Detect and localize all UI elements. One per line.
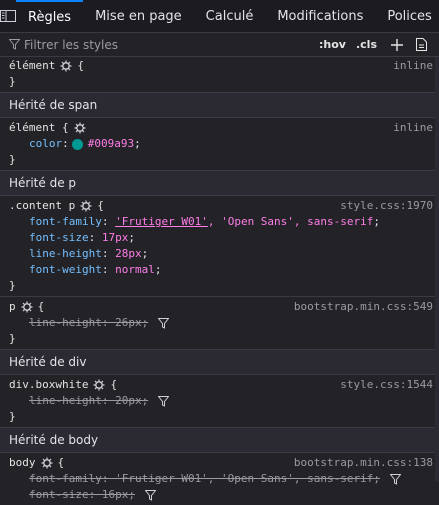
cls-toggle-button[interactable]: .cls (352, 38, 381, 51)
toggle-sidebar-icon[interactable] (0, 0, 16, 33)
declaration-line-height[interactable]: line-height: 28px; (9, 246, 431, 262)
gear-icon[interactable] (60, 60, 72, 72)
add-rule-icon[interactable] (391, 38, 403, 51)
overridden-declaration-text[interactable]: line-height: 26px; (29, 315, 148, 331)
filter-styles-input[interactable] (24, 37, 264, 52)
inherited-header-span: Hérité de span (0, 93, 439, 118)
inherited-header-p: Hérité de p (0, 171, 439, 196)
property-value[interactable]: , 'Open Sans', sans-serif (208, 214, 374, 230)
filter-icon (9, 39, 20, 50)
gear-icon[interactable] (80, 200, 92, 212)
semicolon: ; (141, 247, 149, 260)
close-brace: } (9, 410, 16, 423)
tab-calcule[interactable]: Calculé (194, 0, 266, 33)
overridden-declaration-text[interactable]: font-family: 'Frutiger W01', 'Open Sans'… (29, 471, 380, 487)
declaration-overridden[interactable]: font-size: 16px; (9, 487, 431, 503)
declaration-color[interactable]: color: #009a93; (9, 136, 431, 152)
property-value[interactable]: normal (115, 262, 155, 278)
semicolon: ; (373, 215, 381, 228)
colon: : (88, 231, 102, 244)
color-swatch[interactable] (71, 138, 83, 150)
gear-icon[interactable] (93, 379, 105, 391)
rule-selector[interactable]: élément (9, 58, 55, 74)
property-value[interactable]: 17px (102, 230, 129, 246)
rule-p-bootstrap: p { bootstrap.min.css:549 line-height: 2… (0, 297, 439, 350)
rule-source-link[interactable]: style.css:1544 (340, 377, 433, 393)
close-brace: } (9, 153, 16, 166)
open-brace: { (97, 199, 104, 212)
declaration-overridden[interactable]: font-family: 'Frutiger W01', 'Open Sans'… (9, 471, 431, 487)
property-name[interactable]: color (29, 136, 62, 152)
rules-panel: élément { inline } Hérité de span élémen… (0, 57, 439, 505)
tab-regles[interactable]: Règles (16, 0, 84, 33)
open-brace: { (57, 456, 65, 469)
semicolon: ; (154, 263, 162, 276)
colon: : (101, 263, 116, 276)
semicolon: ; (128, 231, 135, 244)
tab-mise-en-page[interactable]: Mise en page (83, 0, 194, 33)
property-value[interactable]: #009a93 (88, 136, 134, 152)
declaration-font-weight[interactable]: font-weight: normal; (9, 262, 431, 278)
filter-funnel-icon[interactable] (158, 395, 170, 407)
declaration-font-family[interactable]: font-family: 'Frutiger W01', 'Open Sans'… (9, 214, 431, 230)
gear-icon[interactable] (21, 301, 33, 313)
rule-source: inline (393, 59, 433, 72)
rule-content-p: .content p { style.css:1970 font-family:… (0, 196, 439, 297)
inherited-header-div: Hérité de div (0, 350, 439, 375)
print-media-icon[interactable] (416, 38, 427, 51)
rule-source-link[interactable]: bootstrap.min.css:138 (294, 455, 433, 471)
inherited-header-body: Hérité de body (0, 428, 439, 453)
close-brace: } (9, 332, 16, 345)
rule-source-link[interactable]: style.css:1970 (340, 198, 433, 214)
gear-icon[interactable] (41, 457, 53, 469)
colon: : (62, 137, 69, 150)
scrollbar[interactable] (435, 57, 439, 482)
tab-polices[interactable]: Polices (375, 0, 439, 33)
rule-element-inline: élément { inline } (0, 57, 439, 93)
property-name[interactable]: font-size (29, 230, 89, 246)
rule-selector[interactable]: élément { (9, 120, 69, 136)
hov-toggle-button[interactable]: :hov (315, 38, 350, 51)
rule-source: inline (393, 121, 433, 134)
filter-funnel-icon[interactable] (144, 489, 156, 501)
filter-funnel-icon[interactable] (158, 317, 170, 329)
rule-selector[interactable]: p (9, 299, 16, 315)
font-link[interactable]: 'Frutiger W01' (115, 214, 208, 230)
overridden-declaration-text[interactable]: line-height: 20px; (29, 393, 148, 409)
colon: : (101, 247, 116, 260)
property-name[interactable]: font-weight (29, 262, 102, 278)
rule-div-boxwhite: div.boxwhite { style.css:1544 line-heigh… (0, 375, 439, 428)
open-brace: { (37, 300, 45, 313)
filter-funnel-icon[interactable] (390, 473, 401, 485)
tab-modifications[interactable]: Modifications (265, 0, 375, 33)
overridden-declaration-text[interactable]: font-size: 16px; (29, 487, 135, 503)
rule-selector[interactable]: .content p (9, 198, 75, 214)
property-value[interactable]: 28px (115, 246, 142, 262)
devtools-tabbar: Règles Mise en page Calculé Modification… (0, 0, 439, 33)
filter-bar: :hov .cls (0, 33, 439, 57)
colon: : (101, 215, 116, 228)
declaration-font-size[interactable]: font-size: 17px; (9, 230, 431, 246)
rule-source-link[interactable]: bootstrap.min.css:549 (294, 299, 433, 315)
rule-body: body { bootstrap.min.css:138 font-family… (0, 453, 439, 505)
semicolon: ; (134, 137, 141, 150)
rule-inherited-span: élément { inline color: #009a93; } (0, 118, 439, 171)
close-brace: } (9, 279, 16, 292)
declaration-overridden[interactable]: line-height: 20px; (9, 393, 431, 409)
property-name[interactable]: line-height (29, 246, 102, 262)
rule-selector[interactable]: body (9, 455, 36, 471)
close-brace: } (9, 75, 16, 88)
rule-selector[interactable]: div.boxwhite (9, 377, 88, 393)
gear-icon[interactable] (74, 122, 86, 134)
property-name[interactable]: font-family (29, 214, 102, 230)
declaration-overridden[interactable]: line-height: 26px; (9, 315, 431, 331)
open-brace: { (77, 59, 84, 72)
open-brace: { (110, 378, 118, 391)
